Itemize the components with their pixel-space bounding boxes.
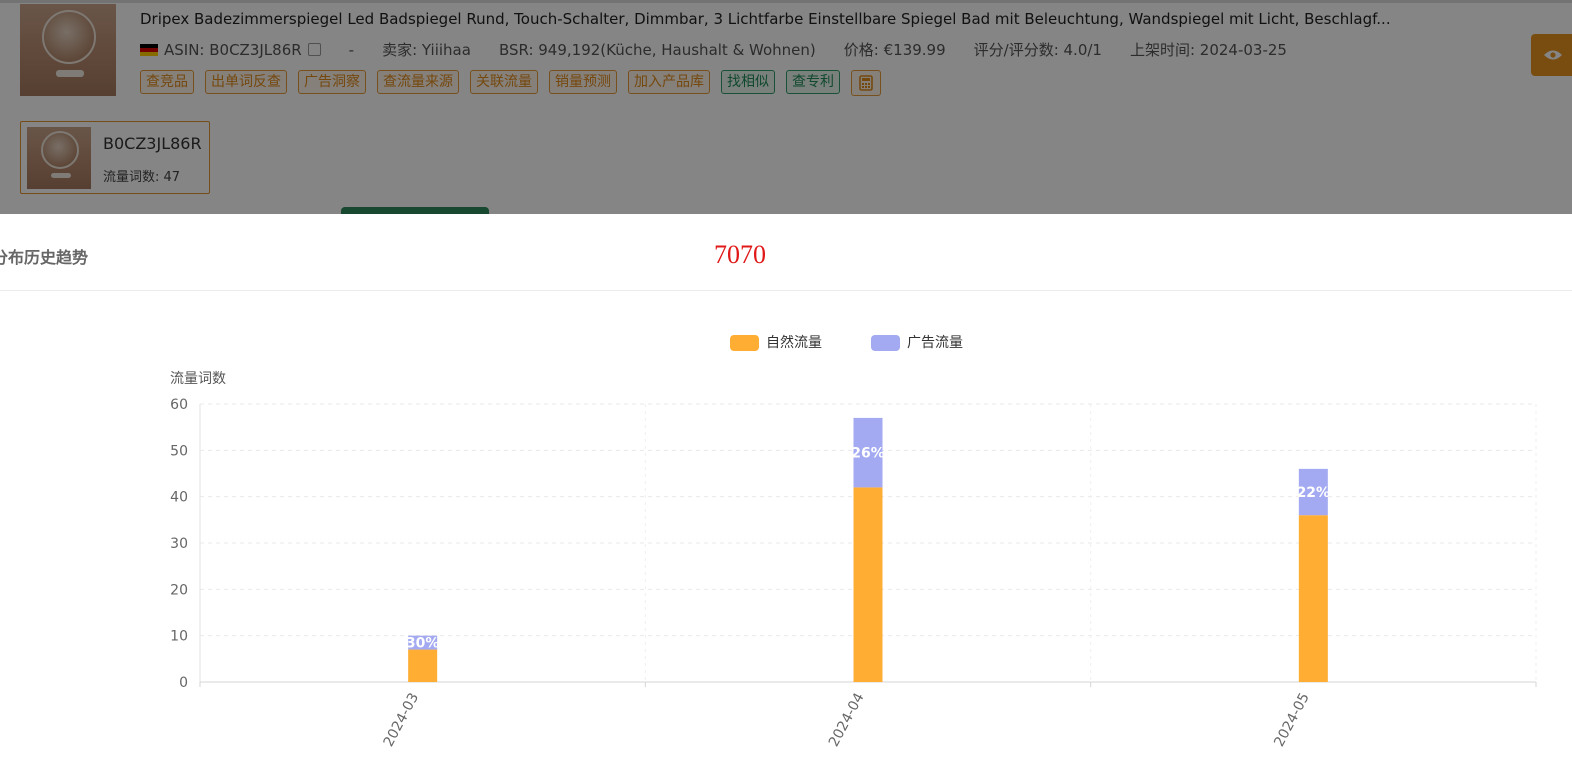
x-tick-label: 2024-04 [826,690,868,749]
y-tick-label: 10 [170,629,188,645]
x-tick-label: 2024-05 [1271,690,1313,749]
y-tick-label: 60 [170,397,188,413]
legend-swatch-organic[interactable] [730,335,759,351]
legend-label-ad[interactable]: 广告流量 [907,335,963,351]
y-tick-label: 50 [170,443,188,459]
bar-data-label: 30% [406,636,440,652]
legend-label-organic[interactable]: 自然流量 [766,334,822,351]
traffic-trend-chart: 0 10 20 30 40 50 60 流量词数 30% 2024-03 26% 2024-04 22%… [170,334,1537,750]
bar-organic[interactable] [1298,515,1328,682]
bar-data-label: 26% [851,446,885,462]
y-tick-label: 40 [170,490,188,506]
bar-organic[interactable] [408,649,438,682]
x-tick-label: 2024-03 [381,690,423,749]
y-tick-label: 0 [179,675,188,691]
bar-data-label: 22% [1297,485,1331,501]
y-tick-label: 20 [170,582,188,598]
y-tick-label: 30 [170,536,188,552]
legend-swatch-ad[interactable] [871,335,900,351]
y-axis-title: 流量词数 [170,371,226,387]
bar-organic[interactable] [853,487,883,682]
